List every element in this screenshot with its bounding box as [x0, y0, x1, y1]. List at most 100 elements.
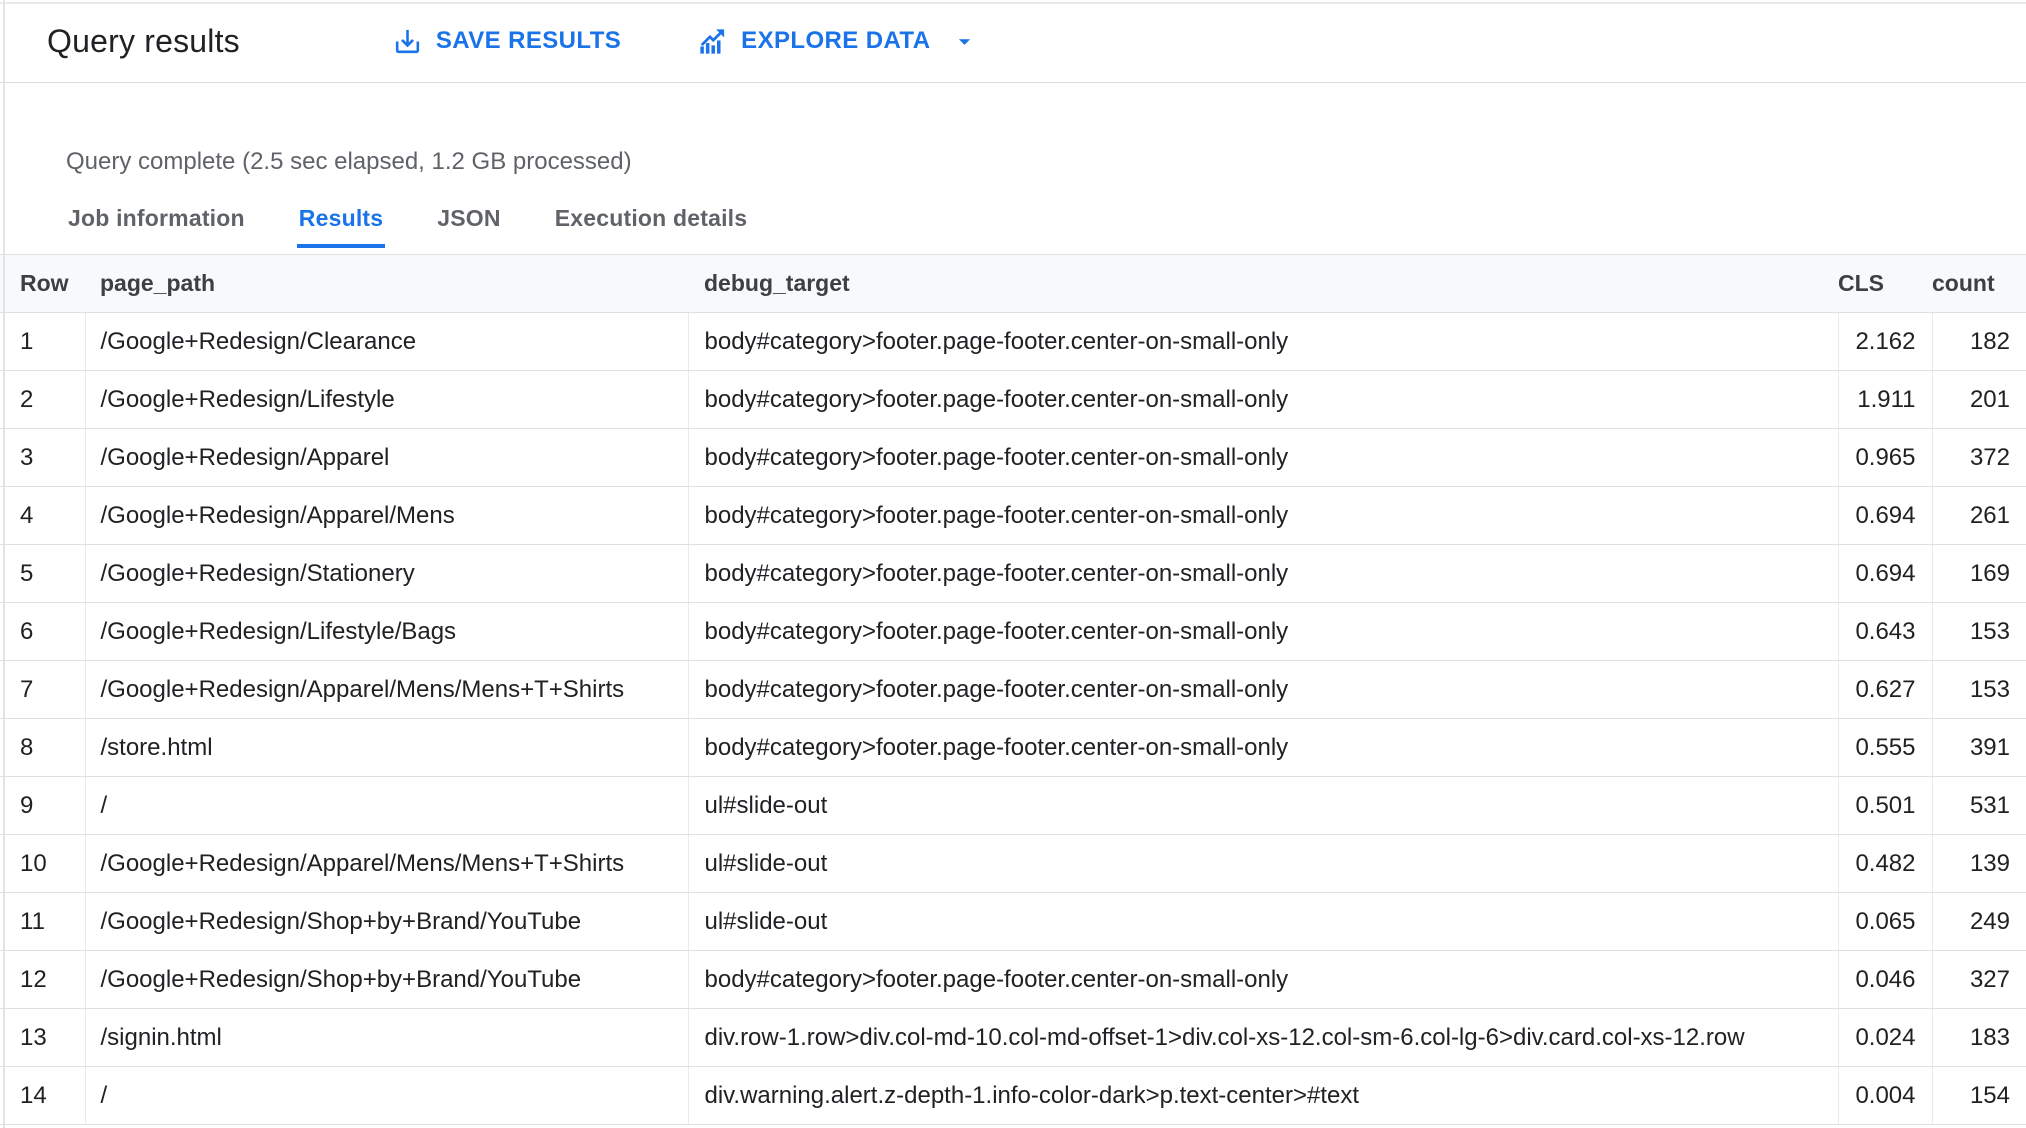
cell-page-path: /Google+Redesign/Stationery [84, 544, 688, 603]
cell-cls: 0.482 [1837, 834, 1932, 893]
cell-debug-target: body#category>footer.page-footer.center-… [687, 602, 1838, 661]
column-header-page-path: page_path [85, 254, 688, 313]
cell-row-number: 4 [0, 486, 85, 545]
explore-data-label: EXPLORE DATA [741, 27, 931, 54]
cell-count: 531 [1931, 776, 2026, 835]
cell-count: 201 [1931, 370, 2026, 429]
table-row: 3 /Google+Redesign/Apparel body#category… [0, 428, 2026, 487]
cell-page-path: /signin.html [84, 1008, 688, 1067]
cell-cls: 0.694 [1837, 486, 1932, 545]
cell-cls: 2.162 [1837, 312, 1932, 371]
panel-top-border [0, 2, 2026, 4]
save-results-label: SAVE RESULTS [435, 27, 622, 54]
cell-debug-target: div.row-1.row>div.col-md-10.col-md-offse… [687, 1008, 1838, 1067]
table-row: 1 /Google+Redesign/Clearance body#catego… [0, 312, 2026, 371]
tab-execution-details[interactable]: Execution details [553, 205, 750, 248]
table-row: 13 /signin.html div.row-1.row>div.col-md… [0, 1008, 2026, 1067]
cell-count: 261 [1931, 486, 2026, 545]
chevron-down-icon [943, 28, 978, 55]
cell-count: 169 [1931, 544, 2026, 603]
cell-count: 391 [1931, 718, 2026, 777]
cell-cls: 0.024 [1837, 1008, 1932, 1067]
tab-results[interactable]: Results [296, 205, 386, 248]
download-icon [392, 26, 423, 57]
save-results-button[interactable]: SAVE RESULTS [392, 26, 621, 57]
table-row: 10 /Google+Redesign/Apparel/Mens/Mens+T+… [0, 834, 2026, 893]
cell-page-path: /Google+Redesign/Apparel/Mens/Mens+T+Shi… [84, 834, 688, 893]
cell-row-number: 2 [0, 370, 85, 429]
cell-page-path: /Google+Redesign/Lifestyle [84, 370, 688, 429]
table-row: 11 /Google+Redesign/Shop+by+Brand/YouTub… [0, 892, 2026, 951]
cell-page-path: /Google+Redesign/Apparel [84, 428, 688, 487]
column-header-row: Row [0, 254, 85, 313]
cell-page-path: /Google+Redesign/Shop+by+Brand/YouTube [84, 950, 688, 1009]
table-row: 6 /Google+Redesign/Lifestyle/Bags body#c… [0, 602, 2026, 661]
cell-count: 153 [1931, 602, 2026, 661]
cell-debug-target: div.warning.alert.z-depth-1.info-color-d… [687, 1066, 1838, 1125]
cell-row-number: 1 [0, 312, 85, 371]
cell-row-number: 11 [0, 892, 85, 951]
cell-row-number: 5 [0, 544, 85, 603]
cell-cls: 0.501 [1837, 776, 1932, 835]
cell-debug-target: body#category>footer.page-footer.center-… [687, 544, 1838, 603]
cell-cls: 0.965 [1837, 428, 1932, 487]
cell-debug-target: ul#slide-out [687, 834, 1838, 893]
cell-count: 372 [1931, 428, 2026, 487]
cell-cls: 0.694 [1837, 544, 1932, 603]
explore-data-button[interactable]: EXPLORE DATA [697, 26, 978, 57]
cell-count: 139 [1931, 834, 2026, 893]
cell-page-path: /Google+Redesign/Clearance [84, 312, 688, 371]
cell-row-number: 3 [0, 428, 85, 487]
cell-row-number: 10 [0, 834, 85, 893]
cell-debug-target: body#category>footer.page-footer.center-… [687, 370, 1838, 429]
bar-chart-icon [697, 26, 728, 57]
cell-debug-target: body#category>footer.page-footer.center-… [687, 950, 1838, 1009]
cell-count: 327 [1931, 950, 2026, 1009]
tab-json[interactable]: JSON [435, 205, 502, 248]
cell-debug-target: body#category>footer.page-footer.center-… [687, 718, 1838, 777]
results-header: Query results SAVE RESULTS EXPLORE DATA [0, 0, 2026, 83]
cell-count: 183 [1931, 1008, 2026, 1067]
cell-page-path: /Google+Redesign/Lifestyle/Bags [84, 602, 688, 661]
cell-debug-target: body#category>footer.page-footer.center-… [687, 428, 1838, 487]
table-row: 14 / div.warning.alert.z-depth-1.info-co… [0, 1066, 2026, 1125]
table-row: 5 /Google+Redesign/Stationery body#categ… [0, 544, 2026, 603]
cell-cls: 0.555 [1837, 718, 1932, 777]
cell-page-path: / [84, 776, 688, 835]
cell-debug-target: body#category>footer.page-footer.center-… [687, 312, 1838, 371]
cell-cls: 0.046 [1837, 950, 1932, 1009]
cell-row-number: 14 [0, 1066, 85, 1125]
results-body: Query complete (2.5 sec elapsed, 1.2 GB … [0, 83, 2026, 248]
column-header-count: count [1932, 254, 2026, 313]
column-header-debug-target: debug_target [688, 254, 1838, 313]
table-row: 4 /Google+Redesign/Apparel/Mens body#cat… [0, 486, 2026, 545]
cell-cls: 1.911 [1837, 370, 1932, 429]
results-table: Row page_path debug_target CLS count 1 /… [0, 254, 2026, 1125]
cell-cls: 0.643 [1837, 602, 1932, 661]
query-status: Query complete (2.5 sec elapsed, 1.2 GB … [66, 148, 632, 175]
cell-count: 182 [1931, 312, 2026, 371]
cell-row-number: 12 [0, 950, 85, 1009]
tab-job-information[interactable]: Job information [66, 205, 247, 248]
column-header-cls: CLS [1838, 254, 1932, 313]
cell-page-path: / [84, 1066, 688, 1125]
cell-debug-target: body#category>footer.page-footer.center-… [687, 660, 1838, 719]
cell-row-number: 8 [0, 718, 85, 777]
table-row: 8 /store.html body#category>footer.page-… [0, 718, 2026, 777]
cell-page-path: /Google+Redesign/Apparel/Mens [84, 486, 688, 545]
cell-count: 249 [1931, 892, 2026, 951]
cell-page-path: /Google+Redesign/Apparel/Mens/Mens+T+Shi… [84, 660, 688, 719]
cell-row-number: 6 [0, 602, 85, 661]
table-row: 12 /Google+Redesign/Shop+by+Brand/YouTub… [0, 950, 2026, 1009]
results-table-body: 1 /Google+Redesign/Clearance body#catego… [0, 312, 2026, 1125]
cell-row-number: 7 [0, 660, 85, 719]
cell-row-number: 9 [0, 776, 85, 835]
table-row: 7 /Google+Redesign/Apparel/Mens/Mens+T+S… [0, 660, 2026, 719]
results-table-header: Row page_path debug_target CLS count [0, 254, 2026, 313]
panel-left-border [3, 0, 5, 1128]
table-row: 9 / ul#slide-out 0.501 531 [0, 776, 2026, 835]
cell-page-path: /Google+Redesign/Shop+by+Brand/YouTube [84, 892, 688, 951]
cell-cls: 0.065 [1837, 892, 1932, 951]
cell-page-path: /store.html [84, 718, 688, 777]
cell-count: 153 [1931, 660, 2026, 719]
